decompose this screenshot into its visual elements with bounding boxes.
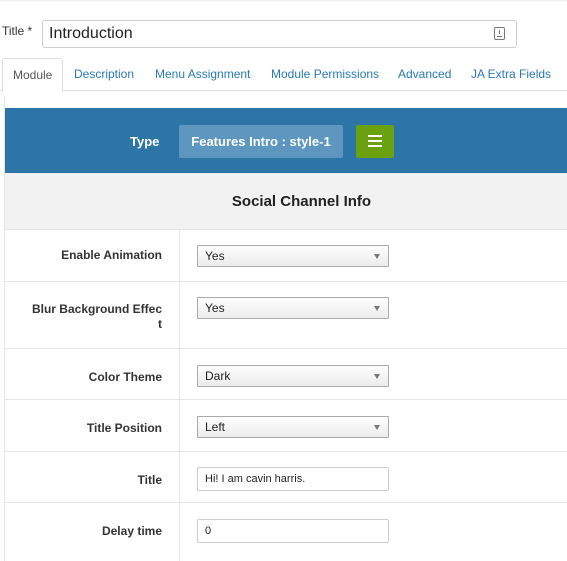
- color-theme-select[interactable]: Dark: [197, 365, 389, 387]
- module-panel: Type Features Intro : style-1 Social Cha…: [4, 96, 567, 561]
- type-bar: Type Features Intro : style-1: [5, 108, 567, 173]
- title-position-value: Left: [205, 420, 226, 434]
- chevron-down-icon: [374, 374, 380, 379]
- chevron-down-icon: [374, 306, 380, 311]
- type-value[interactable]: Features Intro : style-1: [179, 125, 343, 158]
- delay-time-input[interactable]: 0: [197, 519, 389, 543]
- type-list-button[interactable]: [356, 125, 394, 158]
- tab-module[interactable]: Module: [2, 58, 64, 92]
- enable-animation-select[interactable]: Yes: [197, 245, 389, 267]
- section-heading: Social Channel Info: [5, 173, 567, 230]
- title-label: Title *: [2, 24, 33, 38]
- field-row-title-position: Title Position Left: [5, 400, 567, 452]
- blur-background-select[interactable]: Yes: [197, 297, 389, 319]
- tab-description[interactable]: Description: [74, 58, 134, 91]
- tab-ja-extra-fields[interactable]: JA Extra Fields: [471, 58, 551, 91]
- blur-background-value: Yes: [205, 301, 225, 315]
- list-icon: [368, 135, 382, 147]
- color-theme-label: Color Theme: [88, 370, 162, 384]
- title-position-label: Title Position: [86, 421, 162, 435]
- tab-menu-assignment[interactable]: Menu Assignment: [155, 58, 250, 91]
- tab-advanced[interactable]: Advanced: [398, 58, 451, 91]
- title-field-label: Title: [137, 473, 162, 487]
- title-position-select[interactable]: Left: [197, 416, 389, 438]
- blur-background-label: Blur Background Effec t: [31, 302, 162, 331]
- tab-bar: Module Description Menu Assignment Modul…: [0, 58, 567, 92]
- field-row-color-theme: Color Theme Dark: [5, 349, 567, 400]
- field-row-delay-time: Delay time 0: [5, 503, 567, 561]
- color-theme-value: Dark: [205, 369, 231, 383]
- delay-time-label: Delay time: [101, 524, 162, 538]
- title-row: Title * Introduction: [0, 0, 567, 56]
- info-icon[interactable]: [494, 27, 505, 40]
- field-row-enable-animation: Enable Animation Yes: [5, 230, 567, 282]
- enable-animation-label: Enable Animation: [61, 248, 162, 262]
- type-label: Type: [130, 134, 160, 149]
- tab-module-permissions[interactable]: Module Permissions: [271, 58, 379, 91]
- title-input[interactable]: Introduction: [42, 20, 517, 48]
- title-text-input[interactable]: Hi! I am cavin harris.: [197, 467, 389, 491]
- field-row-title: Title Hi! I am cavin harris.: [5, 452, 567, 503]
- enable-animation-value: Yes: [205, 249, 225, 263]
- chevron-down-icon: [374, 254, 380, 259]
- field-row-blur-background: Blur Background Effec t Yes: [5, 282, 567, 349]
- chevron-down-icon: [374, 425, 380, 430]
